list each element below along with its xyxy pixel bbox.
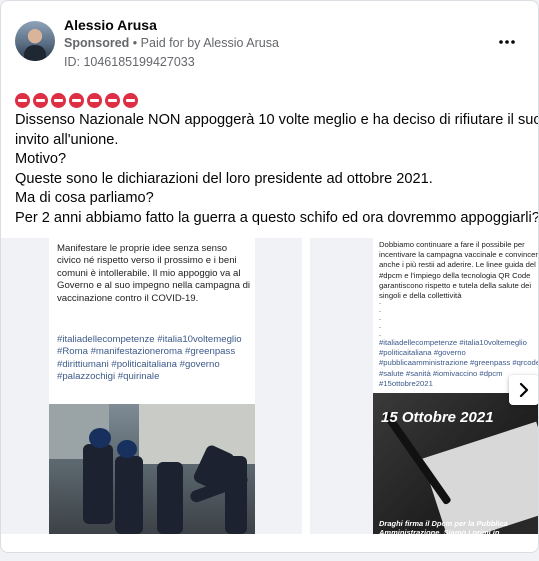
slide-2-text: Dobbiamo continuare a fare il possibile …	[379, 240, 539, 301]
separator-dot: •	[132, 36, 138, 50]
post-text-line: Queste sono le dichiarazioni del loro pr…	[15, 170, 433, 187]
post-text-line: invito all'unione.	[15, 131, 119, 148]
post-text-line: Motivo?	[15, 151, 67, 168]
no-entry-emoji-icon	[69, 93, 84, 108]
post-text-line: Ma di cosa parliamo?	[15, 190, 154, 207]
carousel-next-button[interactable]	[509, 375, 538, 405]
no-entry-emoji-icon	[15, 93, 30, 108]
author-avatar[interactable]	[15, 21, 55, 61]
slide-1-hashtags: #italiadellecompetenze #italia10voltemeg…	[57, 334, 242, 383]
slide-2-image-date: 15 Ottobre 2021	[381, 409, 494, 426]
image-carousel: Manifestare le proprie idee senza senso …	[1, 238, 539, 534]
protest-photo	[49, 404, 255, 534]
more-options-icon	[499, 40, 515, 44]
sponsored-line: Sponsored • Paid for by Alessio Arusa	[64, 36, 279, 50]
post-text: Dissenso Nazionale NON appoggerà 10 volt…	[15, 111, 539, 229]
signing-photo: 15 Ottobre 2021 Draghi firma il Dpcm per…	[373, 393, 538, 534]
ad-id: ID: 1046185199427033	[64, 55, 195, 69]
carousel-image-1[interactable]: Manifestare le proprie idee senza senso …	[49, 238, 255, 534]
more-options-button[interactable]	[493, 29, 521, 53]
paid-for-label: Paid for by Alessio Arusa	[140, 36, 279, 50]
slide-2-image-caption: Draghi firma il Dpcm per la Pubblica Amm…	[379, 519, 508, 534]
no-entry-emoji-icon	[105, 93, 120, 108]
no-entry-emoji-icon	[87, 93, 102, 108]
slide-1-text: Manifestare le proprie idee senza senso …	[57, 243, 251, 304]
sponsored-label[interactable]: Sponsored	[64, 36, 129, 50]
carousel-slide-1[interactable]: Manifestare le proprie idee senza senso …	[1, 238, 302, 534]
sponsored-post-card: Alessio Arusa Sponsored • Paid for by Al…	[0, 0, 539, 553]
chevron-right-icon	[519, 383, 529, 397]
carousel-slide-2[interactable]: Dobbiamo continuare a fare il possibile …	[310, 238, 539, 534]
no-entry-emoji-icon	[123, 93, 138, 108]
post-text-line: Dissenso Nazionale NON appoggerà 10 volt…	[15, 112, 539, 128]
author-name[interactable]: Alessio Arusa	[64, 17, 157, 33]
no-entry-emoji-icon	[33, 93, 48, 108]
post-text-line: Per 2 anni abbiamo fatto la guerra a que…	[15, 209, 539, 226]
slide-2-dots: . . . . .	[379, 297, 382, 338]
no-entry-emoji-row	[15, 93, 138, 108]
no-entry-emoji-icon	[51, 93, 66, 108]
